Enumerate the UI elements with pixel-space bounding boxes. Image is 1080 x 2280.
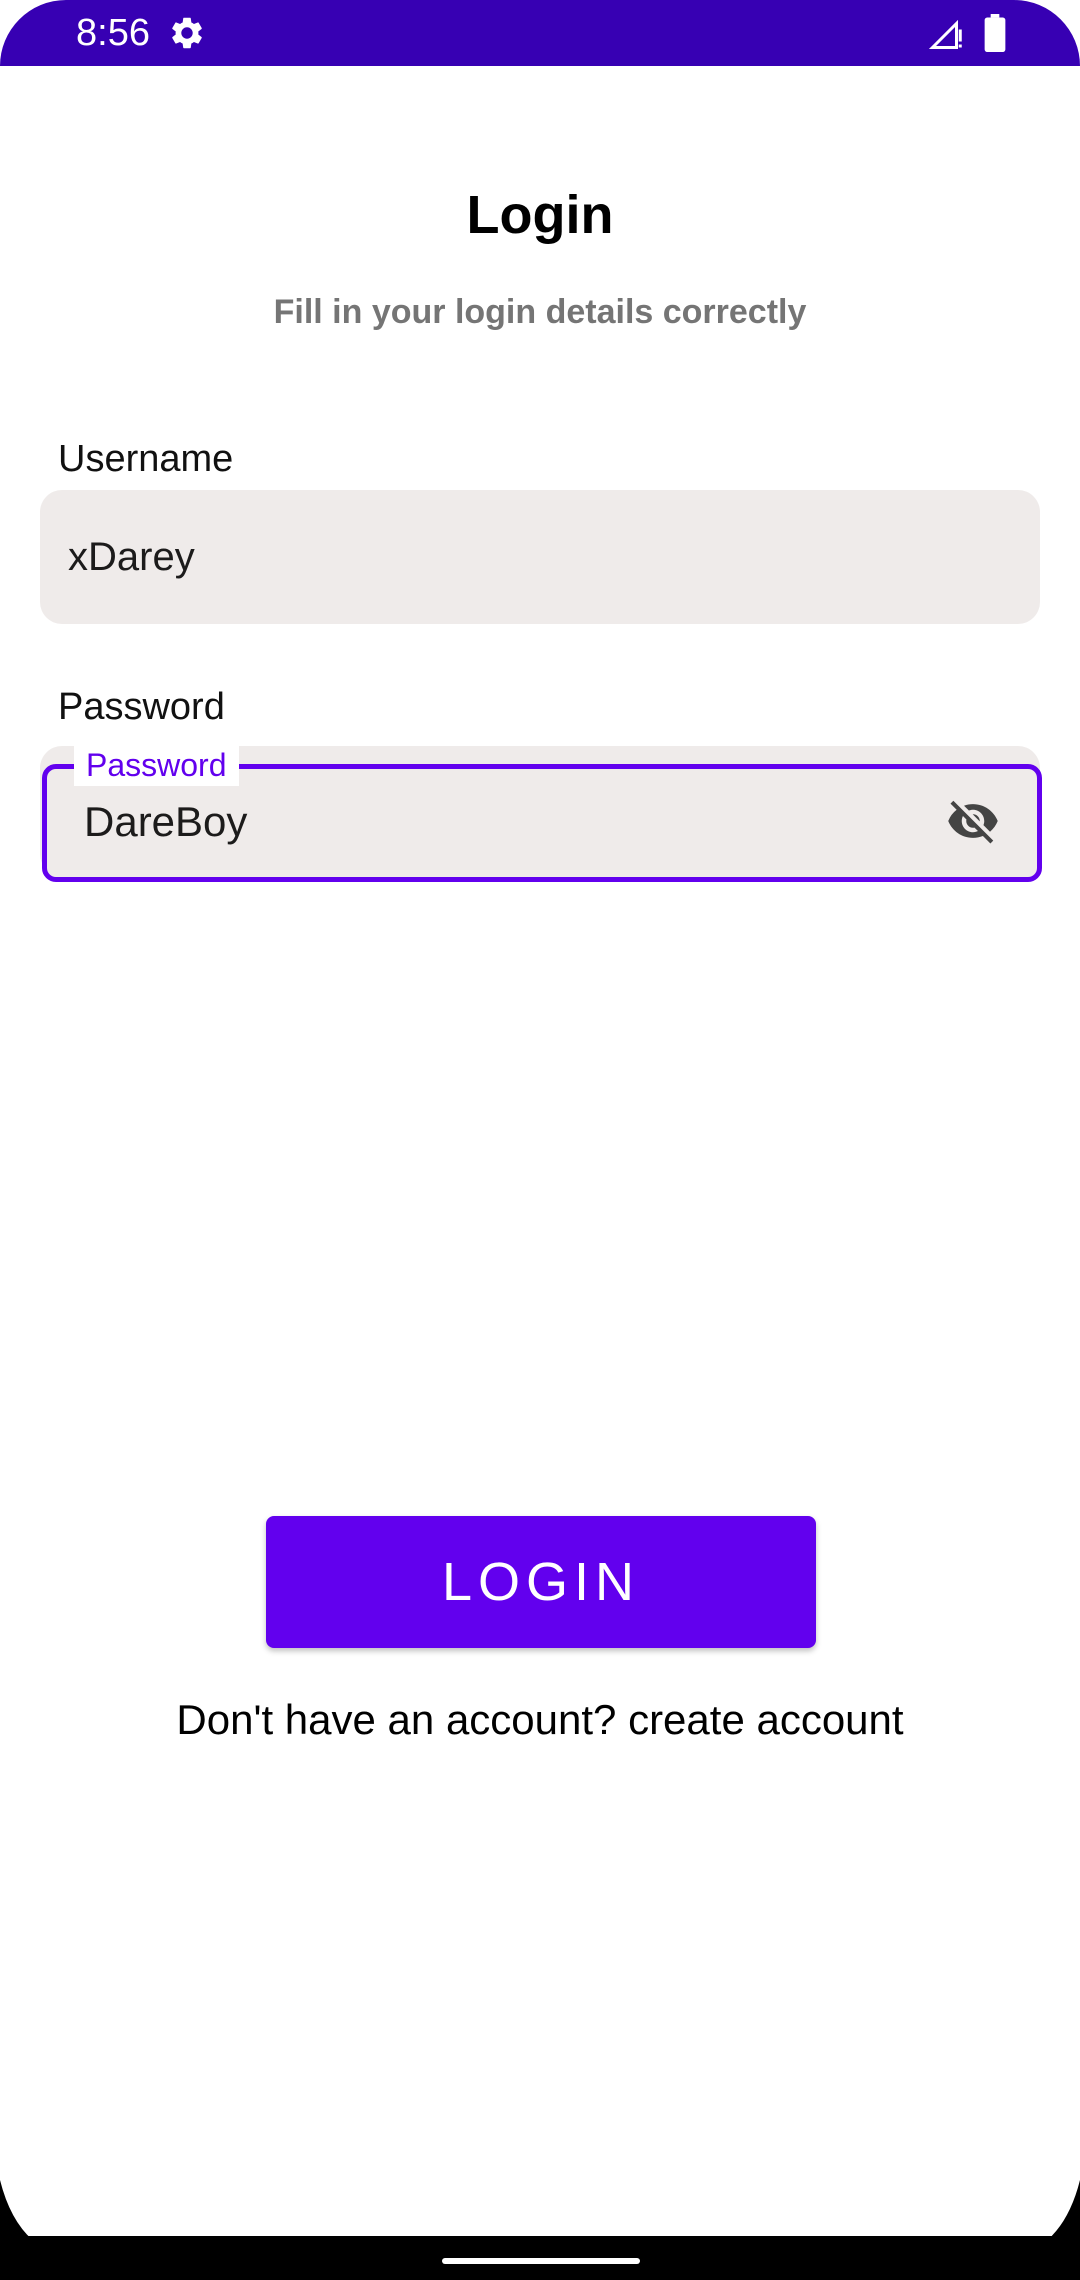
status-time: 8:56 — [76, 12, 150, 54]
home-gesture-handle[interactable] — [442, 2258, 640, 2264]
visibility-off-icon[interactable] — [942, 794, 1004, 848]
username-input[interactable]: xDarey — [40, 490, 1040, 624]
create-account-link[interactable]: Don't have an account? create account — [0, 1694, 1080, 1746]
battery-icon — [984, 14, 1006, 52]
page-subtitle: Fill in your login details correctly — [273, 293, 807, 331]
login-screen: 8:56 Login Fill in your login details co… — [0, 0, 1080, 2280]
password-value: DareBoy — [84, 798, 248, 845]
page-title: Login — [466, 185, 614, 245]
gear-icon — [172, 17, 202, 49]
login-button[interactable]: LOGIN — [266, 1516, 816, 1648]
signal-icon — [928, 19, 962, 49]
password-floating-label: Password — [74, 744, 239, 786]
username-value: xDarey — [68, 535, 195, 579]
password-label: Password — [58, 686, 225, 728]
username-label: Username — [58, 438, 234, 480]
status-bar: 8:56 — [0, 0, 1080, 66]
